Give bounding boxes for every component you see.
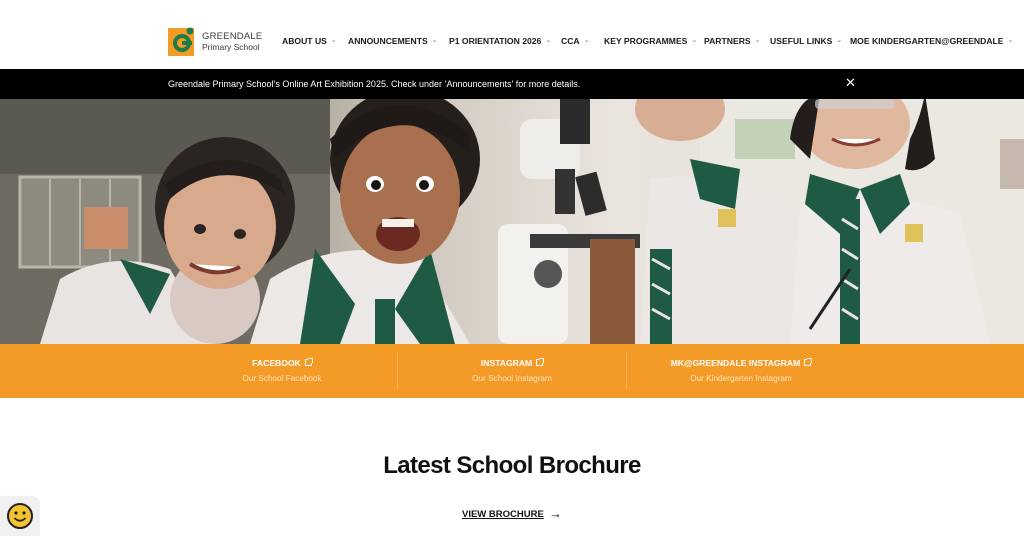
chevron-down-icon: ⌄ xyxy=(754,37,761,44)
nav-item-cca[interactable]: CCA ⌄ xyxy=(561,36,604,46)
brochure-heading: Latest School Brochure xyxy=(383,452,641,479)
nav-item-p1-orientation[interactable]: P1 ORIENTATION 2026 ⌄ xyxy=(449,36,561,46)
announcement-text: Greendale Primary School’s Online Art Ex… xyxy=(168,79,581,89)
arrow-right-icon[interactable]: → xyxy=(549,506,562,521)
mk-greendale-instagram-link[interactable]: MK@GREENDALE INSTAGRAM Our Kindergarten … xyxy=(627,344,855,398)
chevron-down-icon: ⌄ xyxy=(583,37,590,44)
main-nav: ABOUT US ⌄ ANNOUNCEMENTS ⌄ P1 ORIENTATION … xyxy=(282,36,1013,46)
instagram-subtitle: Our School Instagram xyxy=(472,374,552,383)
logo-text-line2: Primary School xyxy=(202,42,260,52)
site-header: GREENDALE Primary School ABOUT US ⌄ ANNOU… xyxy=(0,0,1024,69)
greendale-logo-icon xyxy=(168,27,194,56)
view-brochure-link[interactable]: VIEW BROCHURE xyxy=(462,509,544,520)
logo-text-line1: GREENDALE xyxy=(202,31,263,42)
smiley-face-icon xyxy=(7,503,33,529)
school-logo[interactable]: GREENDALE Primary School xyxy=(168,26,262,58)
chevron-down-icon: ⌄ xyxy=(691,37,698,44)
hero-image xyxy=(0,99,1024,344)
nav-item-moe-kindergarten[interactable]: MOE KINDERGARTEN@GREENDALE ⌄ xyxy=(850,36,1013,46)
nav-item-announcements[interactable]: ANNOUNCEMENTS ⌄ xyxy=(348,36,449,46)
chevron-down-icon: ⌄ xyxy=(1007,37,1014,44)
nav-item-useful-links[interactable]: USEFUL LINKS ⌄ xyxy=(770,36,850,46)
external-link-icon xyxy=(304,358,313,366)
chevron-down-icon: ⌄ xyxy=(330,37,337,44)
chevron-down-icon: ⌄ xyxy=(545,37,552,44)
nav-item-key-programmes[interactable]: KEY PROGRAMMES ⌄ xyxy=(604,36,704,46)
chevron-down-icon: ⌄ xyxy=(431,37,438,44)
nav-item-partners[interactable]: PARTNERS ⌄ xyxy=(704,36,770,46)
mk-instagram-subtitle: Our Kindergarten Instagram xyxy=(690,374,792,383)
external-link-icon xyxy=(804,358,813,366)
students-with-microscope-image xyxy=(0,99,1024,344)
close-icon[interactable]: ✕ xyxy=(845,76,856,90)
facebook-link[interactable]: FACEBOOK Our School Facebook xyxy=(168,344,396,398)
facebook-subtitle: Our School Facebook xyxy=(242,374,322,383)
instagram-link[interactable]: INSTAGRAM Our School Instagram xyxy=(398,344,626,398)
chevron-down-icon: ⌄ xyxy=(836,37,843,44)
external-link-icon xyxy=(536,358,545,366)
social-links-band: FACEBOOK Our School Facebook INSTAGRAM O… xyxy=(0,344,1024,398)
nav-item-about-us[interactable]: ABOUT US ⌄ xyxy=(282,36,348,46)
chat-widget-button[interactable] xyxy=(0,496,40,536)
announcement-bar: Greendale Primary School’s Online Art Ex… xyxy=(0,69,1024,99)
